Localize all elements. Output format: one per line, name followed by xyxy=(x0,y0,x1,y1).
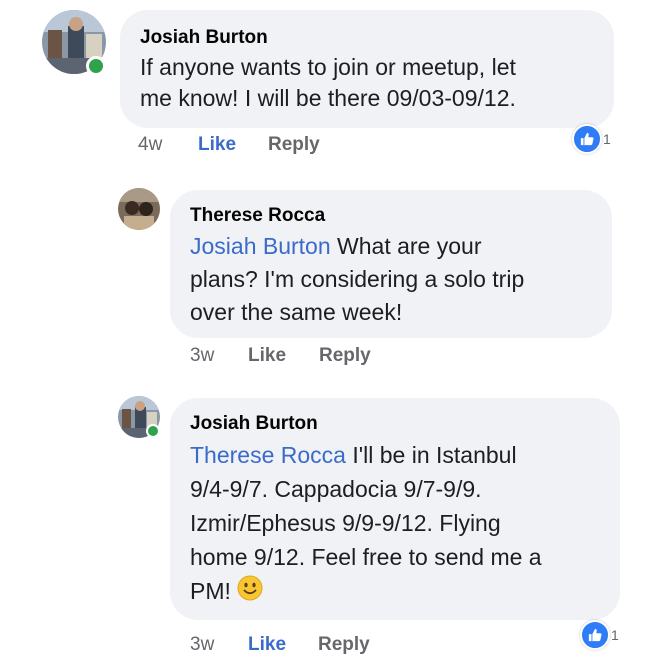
mention-link[interactable]: Josiah Burton xyxy=(190,233,331,259)
comment-timestamp[interactable]: 4w xyxy=(138,134,162,156)
mention-link[interactable]: Therese Rocca xyxy=(190,442,346,468)
comment-text-line: home 9/12. Feel free to send me a xyxy=(190,544,542,570)
comment-author[interactable]: Therese Rocca xyxy=(190,202,612,230)
comment-text-line: me know! I will be there 09/03-09/12. xyxy=(140,85,516,111)
comment-text-line: I'll be in Istanbul xyxy=(345,442,517,468)
comment-text-line: over the same week! xyxy=(190,299,403,325)
comment-text: Josiah Burton What are your plans? I'm c… xyxy=(190,230,612,329)
like-button[interactable]: Like xyxy=(198,134,236,156)
reply-button[interactable]: Reply xyxy=(268,134,320,156)
comment-text-line: Izmir/Ephesus 9/9-9/12. Flying xyxy=(190,510,501,536)
comment-text-line: plans? I'm considering a solo trip xyxy=(190,266,525,292)
comment-text: If anyone wants to join or meetup, let m… xyxy=(140,52,614,114)
comment-text-line: PM! xyxy=(190,578,238,604)
comment: Josiah Burton If anyone wants to join or… xyxy=(0,0,670,170)
comment-reply: Josiah Burton Therese Rocca I'll be in I… xyxy=(0,390,670,670)
comment-bubble: Therese Rocca Josiah Burton What are you… xyxy=(170,190,612,338)
reaction-summary[interactable]: 1 xyxy=(572,124,611,154)
reaction-count: 1 xyxy=(611,627,619,643)
comment-bubble: Josiah Burton Therese Rocca I'll be in I… xyxy=(170,398,620,620)
reaction-summary[interactable]: 1 xyxy=(580,620,619,650)
comment-bubble: Josiah Burton If anyone wants to join or… xyxy=(120,10,614,128)
smiley-emoji xyxy=(237,575,263,610)
online-status-dot xyxy=(86,56,106,76)
comment-text: Therese Rocca I'll be in Istanbul 9/4-9/… xyxy=(190,438,620,610)
comment-reply: Therese Rocca Josiah Burton What are you… xyxy=(0,180,670,380)
reply-button[interactable]: Reply xyxy=(318,634,370,656)
comment-text-line: 9/4-9/7. Cappadocia 9/7-9/9. xyxy=(190,476,482,502)
comment-text-line: If anyone wants to join or meetup, let xyxy=(140,54,516,80)
profile-photo xyxy=(118,188,160,230)
reaction-count: 1 xyxy=(603,131,611,147)
comment-actions: 3w Like Reply xyxy=(190,345,490,371)
comment-actions: 3w Like Reply xyxy=(190,634,490,660)
comment-timestamp[interactable]: 3w xyxy=(190,634,214,656)
thumbs-up-icon xyxy=(580,620,610,650)
reply-button[interactable]: Reply xyxy=(319,345,371,367)
comment-timestamp[interactable]: 3w xyxy=(190,345,214,367)
comment-author[interactable]: Josiah Burton xyxy=(190,410,620,438)
like-button[interactable]: Like xyxy=(248,345,286,367)
comment-author[interactable]: Josiah Burton xyxy=(140,24,614,52)
thumbs-up-icon xyxy=(572,124,602,154)
comment-text-line: What are your xyxy=(330,233,482,259)
comment-actions: 4w Like Reply xyxy=(138,134,438,160)
avatar[interactable] xyxy=(42,10,106,76)
avatar[interactable] xyxy=(118,188,160,230)
like-button[interactable]: Like xyxy=(248,634,286,656)
online-status-dot xyxy=(146,424,160,438)
comment-thread: Josiah Burton If anyone wants to join or… xyxy=(0,0,670,670)
avatar[interactable] xyxy=(118,396,160,438)
